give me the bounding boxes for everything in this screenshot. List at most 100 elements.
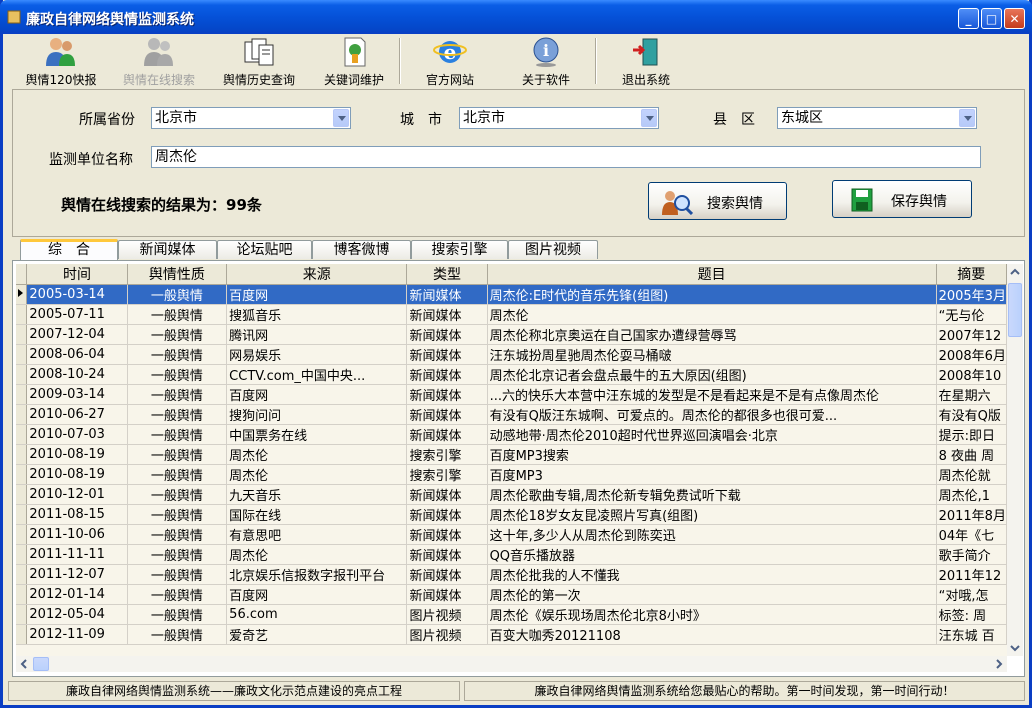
- cell-nature[interactable]: 一般舆情: [127, 344, 228, 365]
- cell-nature[interactable]: 一般舆情: [127, 464, 228, 485]
- cell-title[interactable]: 周杰伦歌曲专辑,周杰伦新专辑免费试听下载: [487, 484, 937, 505]
- row-indicator[interactable]: [16, 564, 28, 585]
- cell-nature[interactable]: 一般舆情: [127, 404, 228, 425]
- cell-source[interactable]: 搜狗问问: [226, 404, 408, 425]
- cell-time[interactable]: 2005-03-14: [26, 284, 128, 305]
- row-indicator[interactable]: [16, 444, 28, 465]
- row-indicator[interactable]: [16, 404, 28, 425]
- cell-summary[interactable]: 04年《七: [936, 524, 1007, 545]
- chevron-down-icon[interactable]: [959, 109, 975, 127]
- cell-summary[interactable]: 2008年10: [936, 364, 1007, 385]
- tool-about[interactable]: i 关于软件: [506, 34, 586, 88]
- cell-summary[interactable]: 周杰伦,1: [936, 484, 1007, 505]
- cell-nature[interactable]: 一般舆情: [127, 624, 228, 645]
- cell-title[interactable]: 周杰伦18岁女友昆凌照片写真(组图): [487, 504, 937, 525]
- cell-title[interactable]: 动感地带·周杰伦2010超时代世界巡回演唱会·北京: [487, 424, 937, 445]
- row-indicator[interactable]: [16, 424, 28, 445]
- table-row[interactable]: 2012-05-04 一般舆情 56.com 图片视频 周杰伦《娱乐现场周杰伦北京8小时…: [16, 604, 1007, 625]
- table-row[interactable]: 2008-06-04 一般舆情 网易娱乐 新闻媒体 汪东城扮周星驰周杰伦耍马桶啵 2008…: [16, 344, 1007, 365]
- cell-title[interactable]: ...六的快乐大本营中汪东城的发型是不是看起来是不是有点像周杰伦: [487, 384, 937, 405]
- cell-type[interactable]: 新闻媒体: [406, 524, 488, 545]
- cell-source[interactable]: 周杰伦: [226, 544, 408, 565]
- table-row[interactable]: 2011-11-11 一般舆情 周杰伦 新闻媒体 QQ音乐播放器 歌手简介: [16, 544, 1007, 565]
- cell-time[interactable]: 2010-06-27: [26, 404, 128, 425]
- cell-type[interactable]: 新闻媒体: [406, 304, 488, 325]
- row-indicator[interactable]: [16, 304, 28, 325]
- cell-type[interactable]: 新闻媒体: [406, 404, 488, 425]
- cell-nature[interactable]: 一般舆情: [127, 444, 228, 465]
- row-indicator[interactable]: [16, 524, 28, 545]
- cell-type[interactable]: 新闻媒体: [406, 584, 488, 605]
- cell-summary[interactable]: “无与伦: [936, 304, 1007, 325]
- row-indicator[interactable]: [16, 284, 28, 305]
- tab-blogs-weibo[interactable]: 博客微博: [312, 240, 411, 259]
- cell-nature[interactable]: 一般舆情: [127, 604, 228, 625]
- cell-source[interactable]: 周杰伦: [226, 444, 408, 465]
- cell-title[interactable]: 周杰伦称北京奥运在自己国家办遭绿营辱骂: [487, 324, 937, 345]
- tool-history-query[interactable]: 舆情历史查询: [213, 34, 305, 88]
- cell-time[interactable]: 2009-03-14: [26, 384, 128, 405]
- row-indicator[interactable]: [16, 324, 28, 345]
- table-row[interactable]: 2008-10-24 一般舆情 CCTV.com_中国中央... 新闻媒体 周杰伦北京记…: [16, 364, 1007, 385]
- title-bar[interactable]: 廉政自律网络舆情监测系统 _ □ ✕: [0, 0, 1032, 34]
- row-indicator[interactable]: [16, 344, 28, 365]
- cell-summary[interactable]: “对哦,怎: [936, 584, 1007, 605]
- maximize-button[interactable]: □: [981, 8, 1002, 29]
- cell-type[interactable]: 新闻媒体: [406, 504, 488, 525]
- cell-nature[interactable]: 一般舆情: [127, 484, 228, 505]
- tab-images-video[interactable]: 图片视频: [508, 240, 598, 259]
- cell-source[interactable]: 搜狐音乐: [226, 304, 408, 325]
- cell-title[interactable]: 周杰伦《娱乐现场周杰伦北京8小时》: [487, 604, 937, 625]
- cell-title[interactable]: 汪东城扮周星驰周杰伦耍马桶啵: [487, 344, 937, 365]
- column-header-title[interactable]: 题目: [487, 264, 937, 285]
- scroll-down-icon[interactable]: [1007, 640, 1023, 656]
- column-header-time[interactable]: 时间: [26, 264, 128, 285]
- cell-nature[interactable]: 一般舆情: [127, 584, 228, 605]
- row-indicator[interactable]: [16, 584, 28, 605]
- cell-source[interactable]: CCTV.com_中国中央...: [226, 364, 408, 385]
- cell-type[interactable]: 新闻媒体: [406, 324, 488, 345]
- cell-source[interactable]: 北京娱乐信报数字报刊平台: [226, 564, 408, 585]
- cell-nature[interactable]: 一般舆情: [127, 364, 228, 385]
- cell-summary[interactable]: 2005年3月: [936, 284, 1007, 305]
- cell-time[interactable]: 2011-10-06: [26, 524, 128, 545]
- cell-summary[interactable]: 标签: 周: [936, 604, 1007, 625]
- scroll-up-icon[interactable]: [1007, 264, 1023, 280]
- table-row[interactable]: 2011-12-07 一般舆情 北京娱乐信报数字报刊平台 新闻媒体 周杰伦批我的人不懂我…: [16, 564, 1007, 585]
- cell-nature[interactable]: 一般舆情: [127, 324, 228, 345]
- cell-source[interactable]: 百度网: [226, 384, 408, 405]
- cell-source[interactable]: 周杰伦: [226, 464, 408, 485]
- table-row[interactable]: 2010-12-01 一般舆情 九天音乐 新闻媒体 周杰伦歌曲专辑,周杰伦新专辑免费试听…: [16, 484, 1007, 505]
- cell-time[interactable]: 2011-11-11: [26, 544, 128, 565]
- cell-type[interactable]: 新闻媒体: [406, 544, 488, 565]
- cell-nature[interactable]: 一般舆情: [127, 284, 228, 305]
- horizontal-scroll-thumb[interactable]: [33, 657, 49, 671]
- search-button[interactable]: 搜索舆情: [648, 182, 787, 220]
- table-row[interactable]: 2010-07-03 一般舆情 中国票务在线 新闻媒体 动感地带·周杰伦2010超时代世…: [16, 424, 1007, 445]
- row-indicator[interactable]: [16, 364, 28, 385]
- tab-search-engine[interactable]: 搜索引擎: [411, 240, 508, 259]
- table-row[interactable]: 2012-11-09 一般舆情 爱奇艺 图片视频 百变大咖秀20121108 汪东城 百: [16, 624, 1007, 645]
- row-indicator[interactable]: [16, 484, 28, 505]
- column-header-type[interactable]: 类型: [406, 264, 488, 285]
- cell-summary[interactable]: 周杰伦就: [936, 464, 1007, 485]
- cell-source[interactable]: 有意思吧: [226, 524, 408, 545]
- cell-time[interactable]: 2012-05-04: [26, 604, 128, 625]
- tab-news-media[interactable]: 新闻媒体: [118, 240, 217, 259]
- cell-time[interactable]: 2012-01-14: [26, 584, 128, 605]
- tool-quick-report[interactable]: 舆情120快报: [20, 34, 102, 88]
- cell-source[interactable]: 56.com: [226, 604, 408, 625]
- cell-type[interactable]: 搜索引擎: [406, 464, 488, 485]
- cell-title[interactable]: QQ音乐播放器: [487, 544, 937, 565]
- cell-summary[interactable]: 有没有Q版: [936, 404, 1007, 425]
- cell-summary[interactable]: 2011年8月: [936, 504, 1007, 525]
- cell-source[interactable]: 中国票务在线: [226, 424, 408, 445]
- row-indicator[interactable]: [16, 384, 28, 405]
- cell-type[interactable]: 新闻媒体: [406, 484, 488, 505]
- tab-forums[interactable]: 论坛贴吧: [217, 240, 312, 259]
- row-indicator[interactable]: [16, 464, 28, 485]
- city-select[interactable]: 北京市: [459, 107, 659, 129]
- cell-source[interactable]: 百度网: [226, 584, 408, 605]
- row-indicator[interactable]: [16, 624, 28, 645]
- province-select[interactable]: 北京市: [151, 107, 351, 129]
